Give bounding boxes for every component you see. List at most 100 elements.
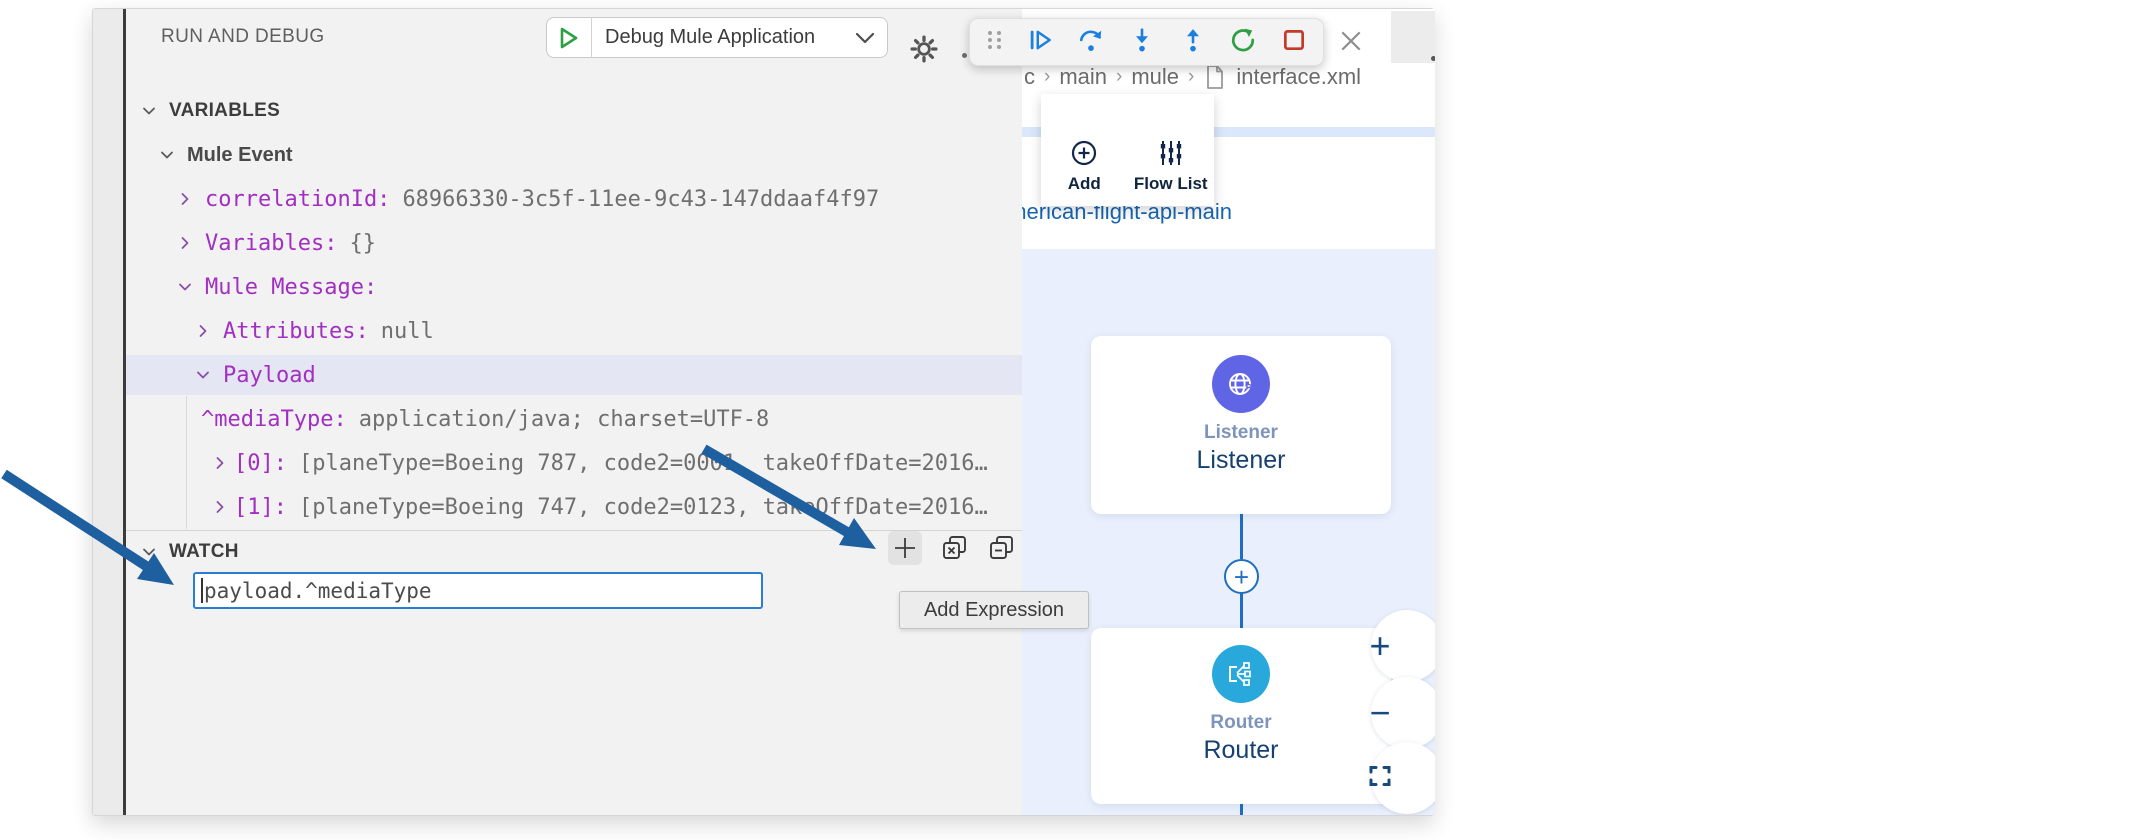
tree-value: application/java; charset=UTF-8: [358, 406, 770, 432]
flow-list-button[interactable]: Flow List: [1128, 94, 1215, 206]
node-listener[interactable]: Listener Listener: [1091, 336, 1391, 514]
launch-config-dropdown[interactable]: Debug Mule Application: [546, 17, 888, 58]
tree-row-mule-message[interactable]: Mule Message:: [126, 265, 1011, 309]
node-name-label: Listener: [1196, 446, 1286, 474]
window-edge-strip: [93, 9, 123, 815]
chevron-right-icon: ›: [1188, 66, 1195, 87]
editor-tab-corner: [1391, 11, 1435, 63]
add-node-button[interactable]: Add: [1041, 94, 1128, 206]
tree-key: [0]:: [234, 450, 287, 476]
chevron-right-icon: ›: [1044, 66, 1051, 87]
add-circle-icon: [1072, 140, 1097, 166]
remove-all-expressions-button[interactable]: [938, 531, 972, 565]
start-debug-button[interactable]: [547, 26, 591, 50]
gear-icon: [910, 35, 938, 63]
tree-value: [planeType=Boeing 747, code2=0123, takeO…: [298, 494, 988, 520]
node-type-label: Router: [1210, 712, 1272, 733]
chevron-right-icon: [212, 455, 228, 471]
flow-connector-line: [1240, 593, 1243, 628]
tree-key: Payload: [223, 362, 316, 388]
tree-key: Mule Message:: [205, 274, 378, 300]
variables-title: VARIABLES: [169, 100, 281, 121]
debug-settings-button[interactable]: [910, 35, 938, 63]
close-panel-button[interactable]: [1338, 28, 1364, 54]
tree-key: correlationId:: [205, 186, 391, 212]
collapse-all-button[interactable]: [985, 531, 1019, 565]
node-name-label: Router: [1203, 736, 1279, 764]
watch-section-header[interactable]: WATCH: [126, 530, 1011, 574]
chevron-down-icon: [159, 147, 175, 163]
router-node-circle: [1212, 645, 1270, 703]
launch-config-label: Debug Mule Application: [605, 26, 816, 48]
debug-toolbar: [969, 18, 1324, 66]
chevron-right-icon: [177, 235, 193, 251]
add-button-label: Add: [1067, 174, 1101, 193]
toolbar-drag-handle[interactable]: [986, 29, 1003, 56]
panel-title: RUN AND DEBUG: [161, 26, 325, 47]
breadcrumb-item[interactable]: mule: [1131, 64, 1179, 90]
chevron-down-icon: [177, 279, 193, 295]
tree-row-item-1[interactable]: [1]: [planeType=Boeing 747, code2=0123, …: [126, 485, 1011, 529]
router-icon: [1229, 662, 1251, 686]
tree-key: Variables:: [205, 230, 338, 256]
add-between-nodes-button[interactable]: +: [1224, 559, 1259, 594]
play-icon: [560, 27, 578, 48]
canvas-toolbar-popup: Add Flow List: [1041, 94, 1214, 206]
flow-editor-area: c › main › mule › interface.xml american…: [1022, 9, 1435, 815]
tree-row-item-0[interactable]: [0]: [planeType=Boeing 787, code2=0001, …: [126, 441, 1011, 485]
tree-row-attributes[interactable]: Attributes: null: [126, 309, 1011, 353]
breadcrumb-item[interactable]: main: [1059, 64, 1107, 90]
chevron-down-icon: [195, 367, 211, 383]
tree-row-mule-event[interactable]: Mule Event: [126, 133, 1011, 177]
node-type-label: Listener: [1204, 422, 1278, 443]
step-out-icon: [1186, 28, 1199, 51]
tree-row-variables[interactable]: Variables: {}: [126, 221, 1011, 265]
stop-button[interactable]: [1281, 27, 1307, 58]
flow-canvas[interactable]: Listener Listener + Router Router + −: [1022, 249, 1435, 815]
tree-value: {}: [349, 230, 376, 256]
variables-section-header[interactable]: VARIABLES: [126, 89, 1011, 133]
grip-dots-icon: [988, 30, 1001, 49]
restart-icon: [1232, 28, 1255, 51]
tree-row-mediatype[interactable]: ^mediaType: application/java; charset=UT…: [126, 397, 1011, 441]
app-window: RUN AND DEBUG Debug Mule Application VAR…: [92, 8, 1435, 816]
step-over-icon: [1080, 30, 1102, 51]
watch-title: WATCH: [169, 541, 239, 562]
collapse-all-icon: [990, 536, 1013, 559]
tree-row-correlation-id[interactable]: correlationId: 68966330-3c5f-11ee-9c43-1…: [126, 177, 1011, 221]
run-and-debug-panel: RUN AND DEBUG Debug Mule Application VAR…: [126, 9, 1022, 815]
add-expression-button[interactable]: [888, 531, 922, 565]
tree-value: null: [380, 318, 434, 344]
node-router[interactable]: Router Router: [1091, 628, 1391, 804]
tree-row-payload-selected[interactable]: Payload: [126, 355, 1022, 395]
text-caret: [201, 578, 203, 603]
plus-glyph: +: [1233, 561, 1250, 592]
close-icon: [1341, 31, 1361, 51]
step-into-button[interactable]: [1129, 27, 1155, 58]
listener-node-circle: [1212, 355, 1270, 413]
fit-screen-icon: [1369, 766, 1391, 786]
more-actions-dot: [1431, 56, 1435, 61]
zoom-out-glyph: −: [1369, 692, 1391, 733]
continue-button[interactable]: [1028, 27, 1054, 58]
file-icon: [1207, 65, 1224, 89]
add-expression-tooltip: Add Expression: [899, 591, 1089, 629]
tree-key: Mule Event: [187, 143, 293, 166]
step-over-button[interactable]: [1078, 27, 1104, 58]
watch-expression-text: payload.^mediaType: [204, 578, 432, 603]
breadcrumb-file[interactable]: interface.xml: [1236, 64, 1361, 90]
chevron-down-icon: [855, 32, 875, 43]
tree-key: Attributes:: [223, 318, 369, 344]
tree-key: ^mediaType:: [201, 406, 347, 432]
chevron-right-icon: [195, 323, 211, 339]
plus-icon: [895, 538, 915, 558]
chevron-right-icon: ›: [1116, 66, 1123, 87]
watch-expression-input[interactable]: payload.^mediaType: [193, 572, 763, 609]
restart-button[interactable]: [1230, 27, 1256, 58]
chevron-down-icon: [141, 544, 157, 560]
breadcrumb-item[interactable]: c: [1024, 64, 1035, 90]
step-out-button[interactable]: [1180, 27, 1206, 58]
more-actions-dot: [962, 53, 967, 58]
tree-value: [planeType=Boeing 787, code2=0001, takeO…: [298, 450, 988, 476]
chevron-right-icon: [177, 191, 193, 207]
